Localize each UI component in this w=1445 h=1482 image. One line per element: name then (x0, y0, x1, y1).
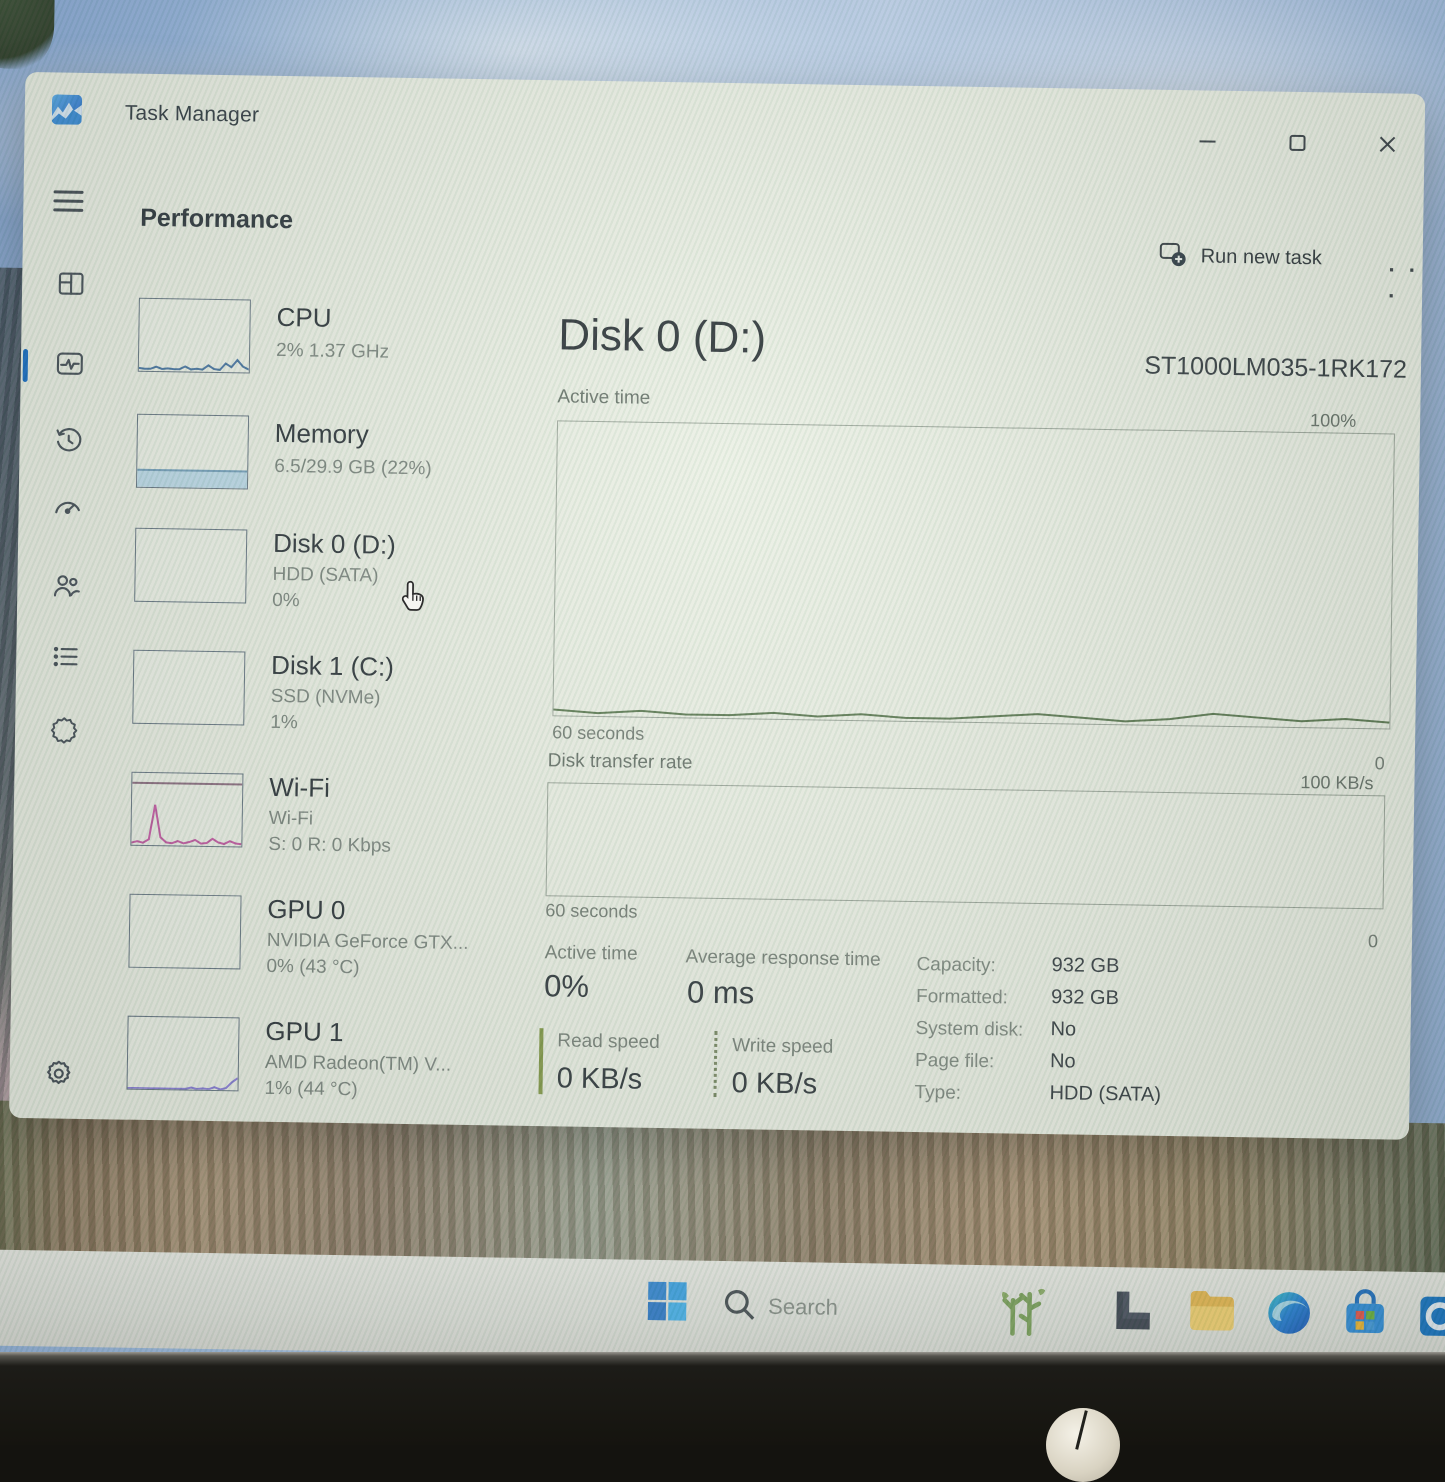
device-model: ST1000LM035-1RK172 (1144, 352, 1407, 385)
start-button[interactable] (644, 1278, 697, 1331)
outlook-icon[interactable] (1418, 1290, 1445, 1343)
gpu0-usage: 0% (43 °C) (266, 956, 359, 979)
page-file-label: Page file: (915, 1050, 995, 1073)
avg-response-stat-label: Average response time (685, 946, 880, 971)
more-options-button[interactable]: . . . (1388, 251, 1423, 304)
run-new-task-button[interactable]: Run new task (1158, 240, 1322, 276)
l-shaped-app-icon[interactable] (1106, 1285, 1159, 1338)
gpu1-device: AMD Radeon(TM) V... (265, 1052, 452, 1077)
memory-title[interactable]: Memory (275, 418, 369, 450)
monitor-screen: Task Manager Performance Run (0, 0, 1445, 1388)
edge-icon[interactable] (1264, 1288, 1317, 1341)
page-file-value: No (1050, 1050, 1076, 1073)
gpu0-mini-chart[interactable] (128, 894, 241, 970)
wifi-title[interactable]: Wi-Fi (269, 772, 330, 804)
maximize-button[interactable] (1282, 128, 1312, 158)
task-manager-app-icon (52, 94, 82, 124)
type-value: HDD (SATA) (1049, 1082, 1161, 1107)
task-manager-window: Task Manager Performance Run (9, 72, 1425, 1140)
minimize-button[interactable] (1192, 126, 1222, 156)
cpu-stats: 2% 1.37 GHz (276, 340, 389, 364)
disk0-usage: 0% (272, 590, 300, 612)
active-time-y-min: 0 (1375, 753, 1385, 774)
webcam-ball (1046, 1408, 1120, 1482)
sidebar-item-startup-apps[interactable] (52, 493, 84, 525)
gpu1-title[interactable]: GPU 1 (265, 1016, 344, 1048)
page-title: Performance (140, 204, 293, 235)
formatted-value: 932 GB (1051, 986, 1119, 1010)
active-time-y-max: 100% (1310, 410, 1356, 432)
system-disk-value: No (1050, 1018, 1076, 1041)
search-icon[interactable] (720, 1285, 773, 1338)
wifi-adapter: Wi-Fi (269, 808, 314, 831)
gpu0-device: NVIDIA GeForce GTX... (267, 930, 469, 955)
active-time-chart-label: Active time (557, 386, 650, 409)
menu-hamburger-icon[interactable] (53, 190, 83, 216)
read-speed-value: 0 KB/s (556, 1062, 642, 1096)
sidebar-item-details[interactable] (50, 641, 82, 673)
transfer-rate-chart-label: Disk transfer rate (548, 750, 693, 774)
disk0-title[interactable]: Disk 0 (D:) (273, 528, 396, 561)
transfer-rate-y-min: 0 (1368, 931, 1378, 952)
search-label[interactable]: Search (768, 1294, 838, 1321)
run-new-task-icon (1158, 240, 1187, 273)
cpu-title[interactable]: CPU (276, 302, 331, 334)
plant-app-icon[interactable] (996, 1283, 1049, 1336)
mouse-cursor-hand (397, 579, 432, 623)
disk1-mini-chart[interactable] (132, 650, 245, 726)
write-speed-value: 0 KB/s (731, 1067, 817, 1101)
window-controls (1192, 126, 1402, 159)
read-speed-label: Read speed (557, 1030, 660, 1054)
type-label: Type: (914, 1082, 961, 1105)
disk1-usage: 1% (270, 712, 298, 734)
write-speed-legend-bar (713, 1031, 717, 1097)
sidebar-item-users[interactable] (51, 570, 83, 602)
cpu-mini-chart[interactable] (138, 298, 251, 374)
sidebar-selection-indicator (23, 349, 29, 382)
write-speed-label: Write speed (732, 1035, 833, 1059)
file-explorer-icon[interactable] (1186, 1286, 1239, 1339)
gpu0-title[interactable]: GPU 0 (267, 894, 346, 926)
gpu1-mini-chart[interactable] (126, 1016, 239, 1092)
avg-response-stat-value: 0 ms (687, 974, 755, 1011)
monitor-bezel (0, 1352, 1445, 1445)
transfer-rate-y-max: 100 KB/s (1300, 772, 1373, 794)
disk0-type: HDD (SATA) (272, 564, 378, 588)
active-time-chart (552, 420, 1395, 729)
capacity-label: Capacity: (916, 954, 996, 977)
wifi-throughput: S: 0 R: 0 Kbps (268, 834, 391, 858)
detail-title: Disk 0 (D:) (558, 310, 767, 363)
sidebar-item-services[interactable] (49, 713, 81, 745)
settings-icon[interactable] (43, 1058, 75, 1090)
active-time-stat-label: Active time (545, 942, 638, 965)
active-time-x-label: 60 seconds (552, 722, 644, 744)
memory-mini-chart[interactable] (136, 414, 249, 490)
active-time-stat-value: 0% (544, 968, 589, 1005)
capacity-value: 932 GB (1051, 954, 1119, 978)
sidebar-item-app-history[interactable] (53, 425, 85, 457)
sidebar-item-performance[interactable] (55, 348, 87, 380)
transfer-rate-chart (546, 782, 1386, 909)
transfer-rate-x-label: 60 seconds (545, 900, 637, 922)
disk0-mini-chart[interactable] (134, 528, 247, 604)
read-speed-legend-bar (538, 1028, 543, 1094)
wifi-mini-chart[interactable] (130, 772, 243, 848)
memory-stats: 6.5/29.9 GB (22%) (274, 456, 432, 480)
run-new-task-label: Run new task (1201, 245, 1323, 270)
disk1-type: SSD (NVMe) (271, 686, 381, 710)
store-icon[interactable] (1340, 1289, 1393, 1342)
window-title: Task Manager (125, 102, 260, 128)
disk1-title[interactable]: Disk 1 (C:) (271, 650, 394, 683)
close-button[interactable] (1372, 129, 1402, 159)
sidebar-item-processes[interactable] (56, 268, 88, 300)
memory-usage-fill (137, 469, 247, 489)
formatted-label: Formatted: (916, 986, 1008, 1009)
gpu1-usage: 1% (44 °C) (264, 1078, 357, 1101)
system-disk-label: System disk: (915, 1018, 1023, 1042)
